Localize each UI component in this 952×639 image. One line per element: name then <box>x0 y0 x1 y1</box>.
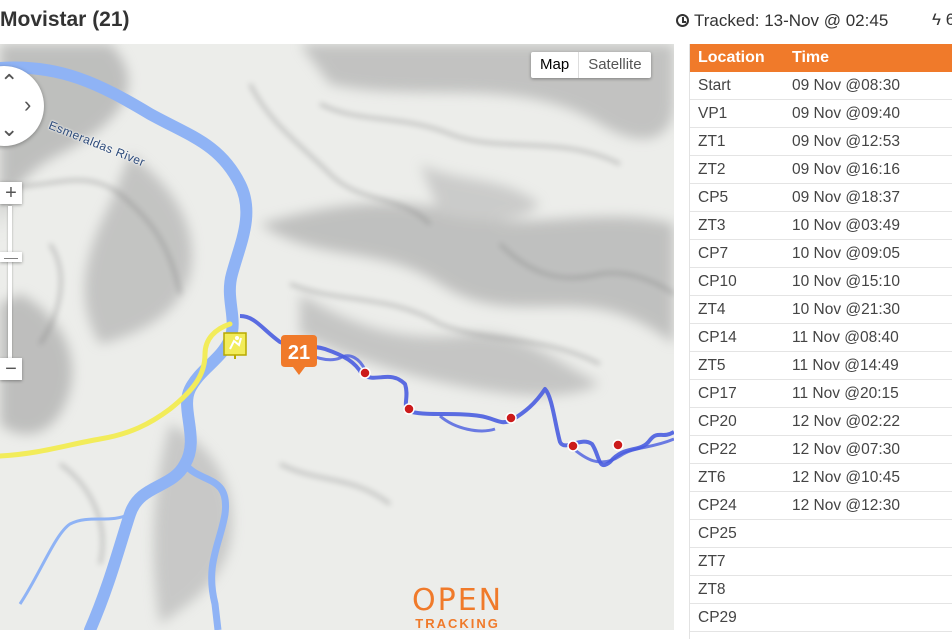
cell-location: VP1 <box>690 99 790 128</box>
cell-location: CP25 <box>690 519 790 548</box>
cell-location: ZT2 <box>690 155 790 184</box>
table-row[interactable]: CP22 12 Nov @07:30 <box>690 435 952 464</box>
cell-time: 09 Nov @09:40 <box>790 99 952 128</box>
table-row[interactable]: CP24 12 Nov @12:30 <box>690 491 952 520</box>
pan-down-icon[interactable]: ⌄ <box>0 118 18 140</box>
tracked-text: Tracked: 13-Nov @ 02:45 <box>694 11 889 30</box>
table-row[interactable]: ZT3 10 Nov @03:49 <box>690 211 952 240</box>
zoom-rail[interactable] <box>8 206 12 366</box>
zoom-in-button[interactable]: + <box>0 182 22 204</box>
table-row[interactable]: ZT2 09 Nov @16:16 <box>690 155 952 184</box>
table-row[interactable]: ZT7 <box>690 547 952 576</box>
table-row[interactable]: ZT5 11 Nov @14:49 <box>690 351 952 380</box>
table-row[interactable]: CP25 <box>690 519 952 548</box>
table-row[interactable]: CP7 10 Nov @09:05 <box>690 239 952 268</box>
table-row[interactable]: VP1 09 Nov @09:40 <box>690 99 952 128</box>
battery-status: ϟ 6 <box>932 10 952 29</box>
map-type-map-button[interactable]: Map <box>531 52 580 78</box>
column-header-location[interactable]: Location <box>690 44 790 72</box>
table-row[interactable]: ZT1 09 Nov @12:53 <box>690 127 952 156</box>
cell-time: 09 Nov @16:16 <box>790 155 952 184</box>
logo-line1: OPEN <box>412 583 504 618</box>
map-view[interactable]: Esmeraldas River 21 OPEN TRACKING Map Sa… <box>0 44 674 630</box>
checkpoint-table: Location Time Start 09 Nov @08:30 VP1 09 No… <box>690 44 952 632</box>
cell-location: CP14 <box>690 323 790 352</box>
cell-location: CP7 <box>690 239 790 268</box>
cell-location: CP17 <box>690 379 790 408</box>
cell-time: 12 Nov @02:22 <box>790 407 952 436</box>
table-row[interactable]: ZT8 <box>690 575 952 604</box>
team-position-marker[interactable]: 21 <box>277 333 321 377</box>
cell-time: 09 Nov @18:37 <box>790 183 952 212</box>
cell-location: ZT7 <box>690 547 790 576</box>
table-row[interactable]: Start 09 Nov @08:30 <box>690 72 952 100</box>
cell-location: ZT8 <box>690 575 790 604</box>
map-type-control: Map Satellite <box>531 52 651 78</box>
cell-time: 10 Nov @15:10 <box>790 267 952 296</box>
cell-location: CP5 <box>690 183 790 212</box>
table-row[interactable]: CP29 <box>690 603 952 632</box>
cell-location: Start <box>690 72 790 100</box>
table-row[interactable]: ZT4 10 Nov @21:30 <box>690 295 952 324</box>
table-row[interactable]: ZT6 12 Nov @10:45 <box>690 463 952 492</box>
cell-location: CP22 <box>690 435 790 464</box>
table-row[interactable]: CP20 12 Nov @02:22 <box>690 407 952 436</box>
cell-time: 11 Nov @08:40 <box>790 323 952 352</box>
column-header-time[interactable]: Time <box>790 44 952 72</box>
marker-label: 21 <box>287 342 311 364</box>
table-row[interactable]: CP17 11 Nov @20:15 <box>690 379 952 408</box>
cell-location: ZT5 <box>690 351 790 380</box>
checkpoint-panel: Location Time Start 09 Nov @08:30 VP1 09 No… <box>689 44 952 639</box>
map-type-satellite-button[interactable]: Satellite <box>579 52 650 78</box>
pan-right-icon[interactable]: › <box>24 94 31 116</box>
cell-time <box>790 547 952 576</box>
cell-time: 11 Nov @20:15 <box>790 379 952 408</box>
cell-time: 10 Nov @03:49 <box>790 211 952 240</box>
open-tracking-logo: OPEN TRACKING <box>412 583 504 631</box>
pan-up-icon[interactable]: ⌃ <box>0 72 18 94</box>
cell-time: 09 Nov @12:53 <box>790 127 952 156</box>
cell-location: ZT6 <box>690 463 790 492</box>
start-flag-icon[interactable] <box>223 332 249 360</box>
cell-time <box>790 603 952 632</box>
tracked-status: Tracked: 13-Nov @ 02:45 <box>676 11 888 31</box>
cell-location: CP10 <box>690 267 790 296</box>
cell-time: 12 Nov @07:30 <box>790 435 952 464</box>
team-title: Movistar (21) <box>0 8 130 31</box>
table-row[interactable]: CP5 09 Nov @18:37 <box>690 183 952 212</box>
zoom-out-button[interactable]: − <box>0 358 22 380</box>
cell-location: CP24 <box>690 491 790 520</box>
clock-icon <box>676 14 689 27</box>
cell-time: 12 Nov @12:30 <box>790 491 952 520</box>
zoom-slider-knob[interactable]: — <box>0 250 22 264</box>
zoom-control: + — − <box>0 182 22 387</box>
cell-location: CP20 <box>690 407 790 436</box>
cell-time: 12 Nov @10:45 <box>790 463 952 492</box>
cell-time <box>790 519 952 548</box>
cell-location: ZT3 <box>690 211 790 240</box>
table-row[interactable]: CP14 11 Nov @08:40 <box>690 323 952 352</box>
logo-line2: TRACKING <box>415 616 500 630</box>
cell-location: CP29 <box>690 603 790 632</box>
cell-time: 09 Nov @08:30 <box>790 72 952 100</box>
table-header-row: Location Time <box>690 44 952 72</box>
cell-time: 11 Nov @14:49 <box>790 351 952 380</box>
cell-time: 10 Nov @09:05 <box>790 239 952 268</box>
header: Movistar (21) Tracked: 13-Nov @ 02:45 ϟ … <box>0 0 952 44</box>
map-canvas[interactable] <box>0 44 674 630</box>
cell-time <box>790 575 952 604</box>
cell-time: 10 Nov @21:30 <box>790 295 952 324</box>
cell-location: ZT4 <box>690 295 790 324</box>
cell-location: ZT1 <box>690 127 790 156</box>
table-row[interactable]: CP10 10 Nov @15:10 <box>690 267 952 296</box>
